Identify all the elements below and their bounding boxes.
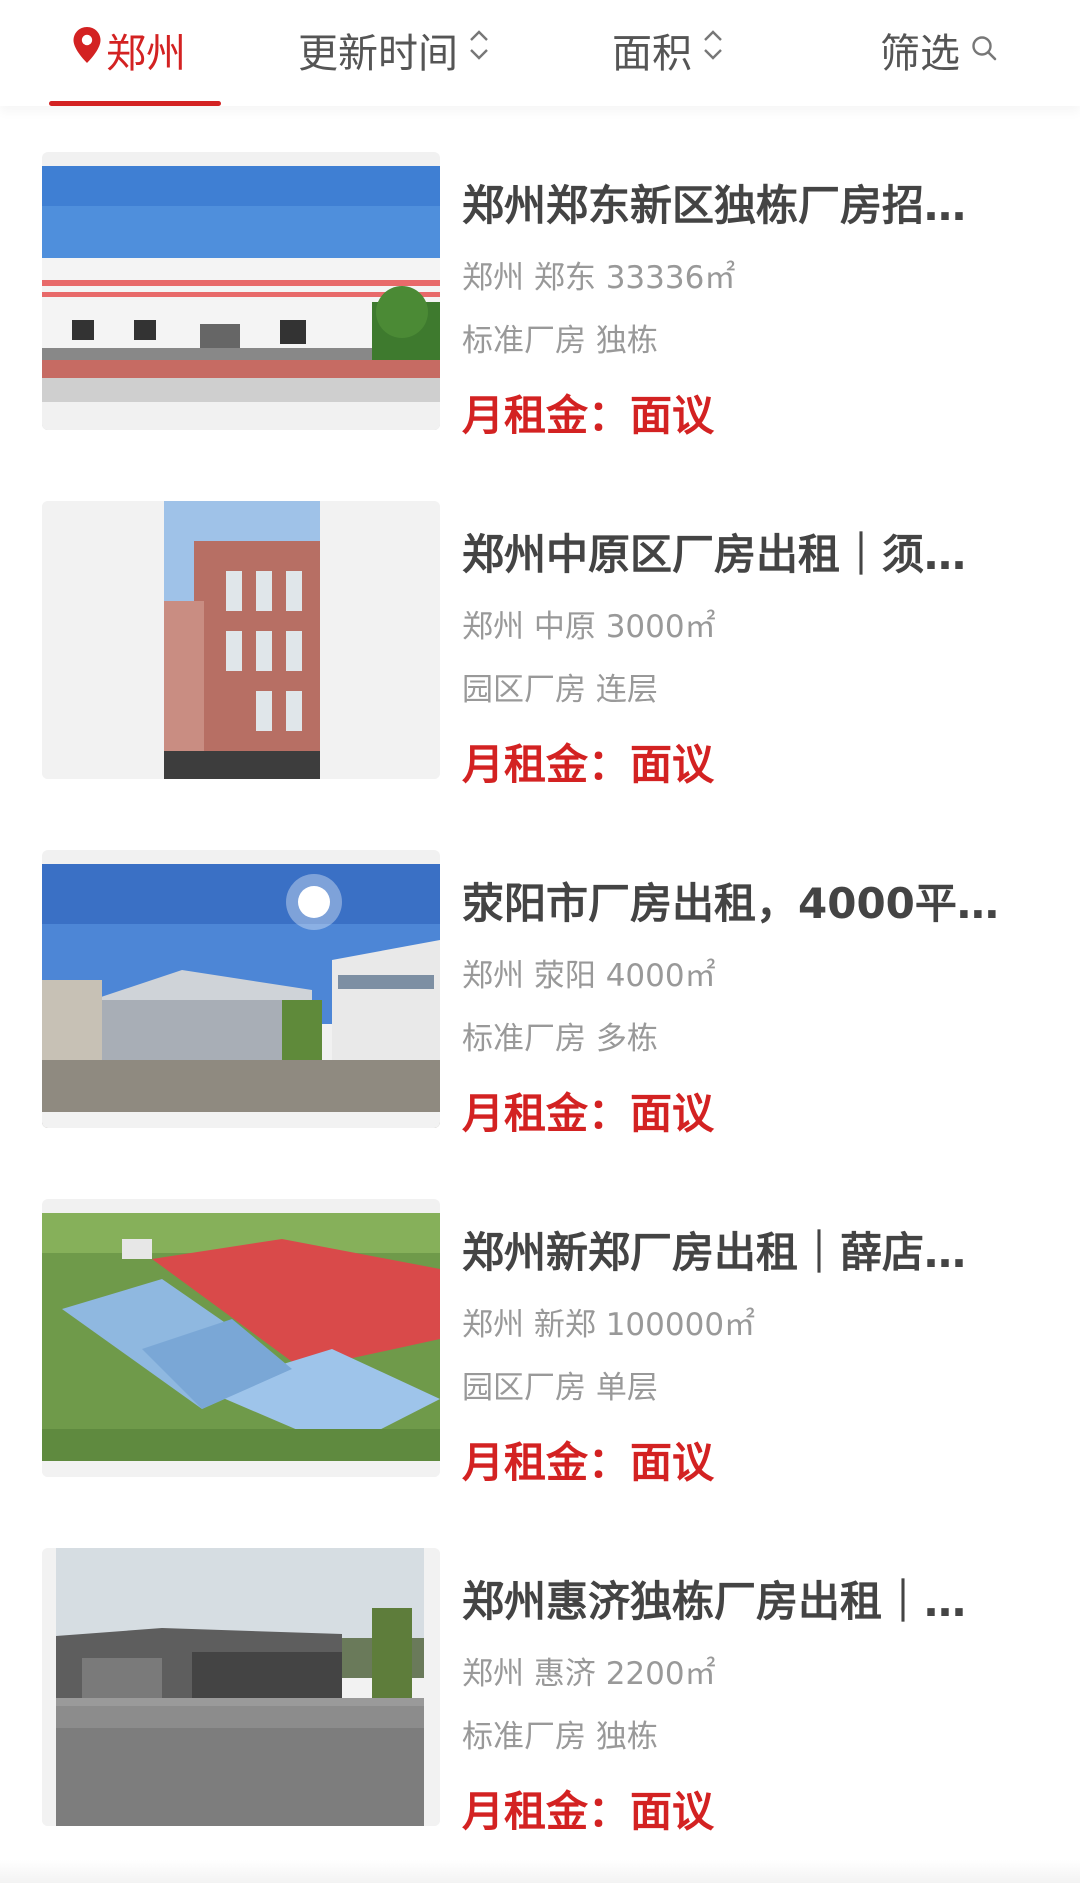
listing-card[interactable]: 郑州中原区厂房出租｜须… 郑州 中原 3000㎡ 园区厂房 连层 月租金：面议: [0, 501, 1080, 791]
listing-location: 郑州 中原 3000㎡: [462, 609, 716, 645]
listing-card[interactable]: 荥阳市厂房出租，4000平… 郑州 荥阳 4000㎡ 标准厂房 多栋 月租金：面…: [0, 850, 1080, 1140]
tab-filter-label: 筛选: [880, 31, 960, 77]
listing-card[interactable]: 郑州惠济独栋厂房出租｜… 郑州 惠济 2200㎡ 标准厂房 独栋 月租金：面议: [0, 1548, 1080, 1838]
tab-update-time[interactable]: 更新时间: [298, 0, 490, 100]
listing-tags: 园区厂房 连层: [462, 672, 658, 708]
tab-area-label: 面积: [612, 31, 692, 77]
listing-price: 月租金：面议: [462, 391, 715, 440]
location-pin-icon: [72, 26, 102, 74]
listing-card[interactable]: 郑州郑东新区独栋厂房招… 郑州 郑东 33336㎡ 标准厂房 独栋 月租金：面议: [0, 152, 1080, 442]
listing-thumbnail: [42, 850, 440, 1128]
tab-city-label: 郑州: [106, 31, 186, 77]
listing-location: 郑州 郑东 33336㎡: [462, 260, 736, 296]
listing-thumbnail: [42, 152, 440, 430]
tab-city[interactable]: 郑州: [72, 0, 186, 100]
listing-tags: 标准厂房 多栋: [462, 1021, 658, 1057]
listing-thumbnail: [42, 1548, 440, 1826]
tab-update-time-label: 更新时间: [298, 31, 458, 77]
listing-tags: 园区厂房 单层: [462, 1370, 658, 1406]
listing-title: 郑州中原区厂房出租｜须…: [462, 530, 967, 579]
listing-card[interactable]: 郑州新郑厂房出租｜薛店… 郑州 新郑 100000㎡ 园区厂房 单层 月租金：面…: [0, 1199, 1080, 1489]
listing-title: 郑州惠济独栋厂房出租｜…: [462, 1577, 967, 1626]
listing-location: 郑州 荥阳 4000㎡: [462, 958, 716, 994]
tab-filter[interactable]: 筛选: [880, 0, 998, 100]
sort-updown-icon: [468, 27, 490, 73]
listing-location: 郑州 新郑 100000㎡: [462, 1307, 756, 1343]
sort-updown-icon: [702, 27, 724, 73]
listing-title: 郑州郑东新区独栋厂房招…: [462, 181, 967, 230]
listing-tags: 标准厂房 独栋: [462, 323, 658, 359]
listing-price: 月租金：面议: [462, 740, 715, 789]
active-tab-indicator: [49, 101, 221, 106]
listing-title: 郑州新郑厂房出租｜薛店…: [462, 1228, 967, 1277]
listing-price: 月租金：面议: [462, 1787, 715, 1836]
listing-price: 月租金：面议: [462, 1089, 715, 1138]
filter-tab-bar: 郑州 更新时间 面积 筛选: [0, 0, 1080, 106]
search-icon: [970, 27, 998, 73]
bottom-fade: [0, 1860, 1080, 1883]
listing-title: 荥阳市厂房出租，4000平…: [462, 879, 999, 928]
tab-area[interactable]: 面积: [612, 0, 724, 100]
listing-thumbnail: [42, 501, 440, 779]
listing-price: 月租金：面议: [462, 1438, 715, 1487]
listing-location: 郑州 惠济 2200㎡: [462, 1656, 716, 1692]
listing-tags: 标准厂房 独栋: [462, 1719, 658, 1755]
listing-thumbnail: [42, 1199, 440, 1477]
